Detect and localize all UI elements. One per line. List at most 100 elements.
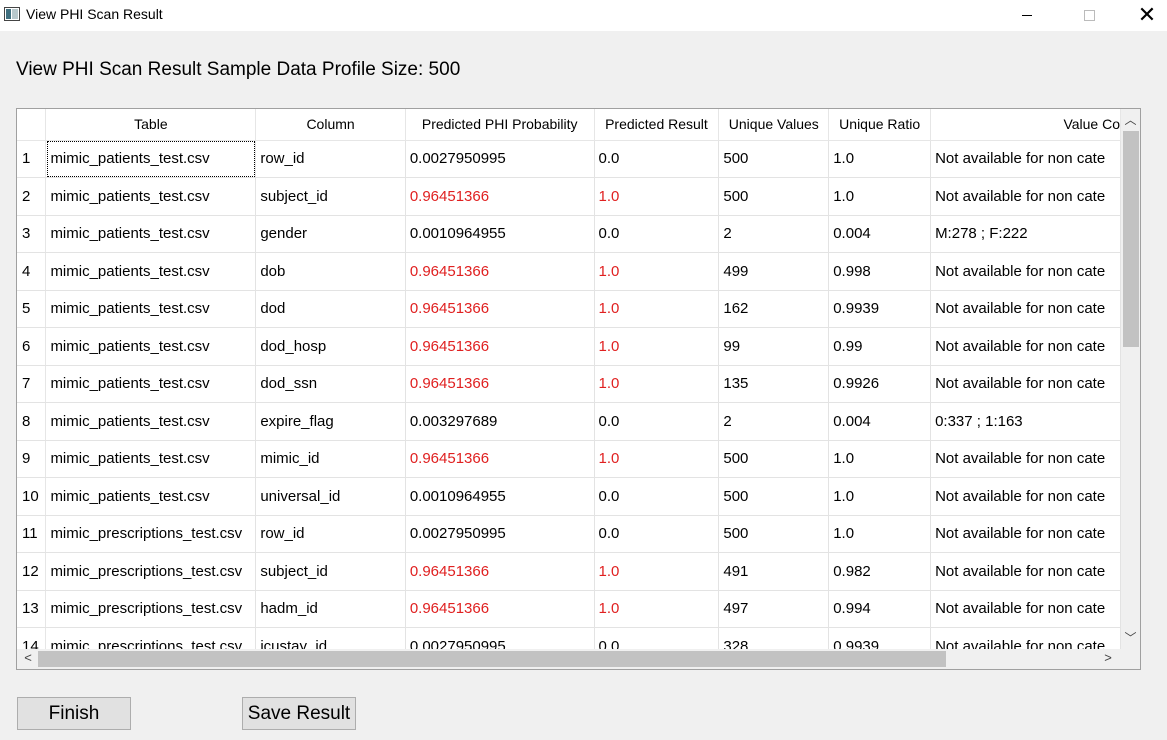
cell-predicted-result[interactable]: 1.0 bbox=[594, 290, 720, 328]
cell-phi-probability[interactable]: 0.96451366 bbox=[405, 177, 595, 216]
table-row[interactable]: 9 mimic_patients_test.csv mimic_id 0.964513… bbox=[17, 440, 1121, 478]
cell-phi-probability[interactable]: 0.0010964955 bbox=[405, 477, 595, 516]
table-row[interactable]: 10 mimic_patients_test.csv universal_id 0.0… bbox=[17, 477, 1121, 516]
maximize-button[interactable] bbox=[1066, 0, 1112, 30]
cell-unique-values[interactable]: 162 bbox=[718, 290, 830, 328]
row-number[interactable]: 4 bbox=[17, 252, 47, 291]
column-header-table[interactable]: Table bbox=[45, 109, 257, 141]
table-row[interactable]: 11 mimic_prescriptions_test.csv row_id 0.00… bbox=[17, 515, 1121, 553]
cell-predicted-result[interactable]: 1.0 bbox=[594, 252, 720, 291]
cell-predicted-result[interactable]: 0.0 bbox=[594, 140, 720, 178]
table-row[interactable]: 6 mimic_patients_test.csv dod_hosp 0.964513… bbox=[17, 327, 1121, 366]
row-number[interactable]: 11 bbox=[17, 515, 47, 553]
vertical-scroll-thumb[interactable] bbox=[1123, 131, 1139, 347]
cell-table[interactable]: mimic_prescriptions_test.csv bbox=[45, 627, 257, 649]
corner-header[interactable] bbox=[17, 109, 47, 141]
cell-value-counts[interactable]: M:278 ; F:222 bbox=[930, 215, 1121, 253]
cell-unique-values[interactable]: 499 bbox=[718, 252, 830, 291]
cell-unique-ratio[interactable]: 1.0 bbox=[828, 140, 932, 178]
minimize-button[interactable] bbox=[1004, 0, 1050, 30]
row-number[interactable]: 10 bbox=[17, 477, 47, 516]
cell-unique-ratio[interactable]: 0.9939 bbox=[828, 290, 932, 328]
cell-phi-probability[interactable]: 0.0027950995 bbox=[405, 627, 595, 649]
row-number[interactable]: 3 bbox=[17, 215, 47, 253]
cell-phi-probability[interactable]: 0.003297689 bbox=[405, 402, 595, 441]
cell-table[interactable]: mimic_patients_test.csv bbox=[45, 215, 257, 253]
cell-unique-ratio[interactable]: 1.0 bbox=[828, 440, 932, 478]
cell-value-counts[interactable]: Not available for non cate bbox=[930, 477, 1121, 516]
row-number[interactable]: 1 bbox=[17, 140, 47, 178]
cell-phi-probability[interactable]: 0.96451366 bbox=[405, 552, 595, 591]
cell-table[interactable]: mimic_prescriptions_test.csv bbox=[45, 590, 257, 628]
cell-unique-values[interactable]: 500 bbox=[718, 477, 830, 516]
cell-column[interactable]: dod_hosp bbox=[255, 327, 406, 366]
cell-table[interactable]: mimic_patients_test.csv bbox=[45, 252, 257, 291]
column-header-unique-ratio[interactable]: Unique Ratio bbox=[828, 109, 932, 141]
cell-unique-ratio[interactable]: 1.0 bbox=[828, 177, 932, 216]
cell-unique-values[interactable]: 2 bbox=[718, 402, 830, 441]
cell-column[interactable]: gender bbox=[255, 215, 406, 253]
cell-predicted-result[interactable]: 1.0 bbox=[594, 365, 720, 403]
cell-column[interactable]: dod bbox=[255, 290, 406, 328]
cell-column[interactable]: expire_flag bbox=[255, 402, 406, 441]
cell-predicted-result[interactable]: 1.0 bbox=[594, 177, 720, 216]
cell-predicted-result[interactable]: 0.0 bbox=[594, 627, 720, 649]
cell-unique-values[interactable]: 500 bbox=[718, 140, 830, 178]
cell-unique-ratio[interactable]: 0.982 bbox=[828, 552, 932, 591]
vertical-scrollbar[interactable]: ︿ ﹀ bbox=[1121, 109, 1140, 649]
cell-phi-probability[interactable]: 0.96451366 bbox=[405, 440, 595, 478]
cell-value-counts[interactable]: Not available for non cate bbox=[930, 252, 1121, 291]
cell-phi-probability[interactable]: 0.0027950995 bbox=[405, 140, 595, 178]
cell-value-counts[interactable]: Not available for non cate bbox=[930, 515, 1121, 553]
cell-column[interactable]: subject_id bbox=[255, 552, 406, 591]
row-number[interactable]: 6 bbox=[17, 327, 47, 366]
row-number[interactable]: 8 bbox=[17, 402, 47, 441]
cell-table[interactable]: mimic_patients_test.csv bbox=[45, 327, 257, 366]
save-result-button[interactable]: Save Result bbox=[242, 697, 356, 730]
cell-unique-ratio[interactable]: 0.9939 bbox=[828, 627, 932, 649]
cell-value-counts[interactable]: Not available for non cate bbox=[930, 552, 1121, 591]
cell-predicted-result[interactable]: 0.0 bbox=[594, 477, 720, 516]
cell-unique-values[interactable]: 328 bbox=[718, 627, 830, 649]
row-number[interactable]: 7 bbox=[17, 365, 47, 403]
cell-predicted-result[interactable]: 0.0 bbox=[594, 515, 720, 553]
table-row[interactable]: 14 mimic_prescriptions_test.csv icustay_id… bbox=[17, 627, 1121, 649]
scroll-right-icon[interactable]: > bbox=[1099, 650, 1117, 668]
column-header-predicted-result[interactable]: Predicted Result bbox=[594, 109, 720, 141]
title-bar[interactable]: View PHI Scan Result ✕ bbox=[0, 0, 1167, 31]
horizontal-scrollbar[interactable]: < > bbox=[17, 649, 1121, 669]
cell-value-counts[interactable]: Not available for non cate bbox=[930, 440, 1121, 478]
cell-unique-values[interactable]: 2 bbox=[718, 215, 830, 253]
cell-unique-ratio[interactable]: 1.0 bbox=[828, 477, 932, 516]
cell-unique-values[interactable]: 491 bbox=[718, 552, 830, 591]
cell-table[interactable]: mimic_patients_test.csv bbox=[45, 477, 257, 516]
cell-column[interactable]: icustay_id bbox=[255, 627, 406, 649]
row-number[interactable]: 2 bbox=[17, 177, 47, 216]
finish-button[interactable]: Finish bbox=[17, 697, 131, 730]
cell-table[interactable]: mimic_patients_test.csv bbox=[45, 140, 257, 178]
column-header-value-counts[interactable]: Value Co bbox=[930, 109, 1121, 141]
cell-unique-ratio[interactable]: 0.994 bbox=[828, 590, 932, 628]
cell-value-counts[interactable]: Not available for non cate bbox=[930, 590, 1121, 628]
cell-predicted-result[interactable]: 0.0 bbox=[594, 215, 720, 253]
scroll-down-icon[interactable]: ﹀ bbox=[1121, 629, 1140, 647]
column-header-phi-probability[interactable]: Predicted PHI Probability bbox=[405, 109, 595, 141]
horizontal-scroll-thumb[interactable] bbox=[38, 651, 946, 667]
table-row[interactable]: 8 mimic_patients_test.csv expire_flag 0.003… bbox=[17, 402, 1121, 441]
scroll-left-icon[interactable]: < bbox=[19, 650, 37, 668]
table-row[interactable]: 1 mimic_patients_test.csv row_id 0.00279509… bbox=[17, 140, 1121, 178]
cell-unique-ratio[interactable]: 0.004 bbox=[828, 215, 932, 253]
cell-phi-probability[interactable]: 0.96451366 bbox=[405, 590, 595, 628]
table-row[interactable]: 3 mimic_patients_test.csv gender 0.00109649… bbox=[17, 215, 1121, 253]
table-row[interactable]: 4 mimic_patients_test.csv dob 0.96451366 1.0… bbox=[17, 252, 1121, 291]
cell-value-counts[interactable]: Not available for non cate bbox=[930, 177, 1121, 216]
row-number[interactable]: 12 bbox=[17, 552, 47, 591]
table-row[interactable]: 7 mimic_patients_test.csv dod_ssn 0.9645136… bbox=[17, 365, 1121, 403]
cell-predicted-result[interactable]: 0.0 bbox=[594, 402, 720, 441]
cell-value-counts[interactable]: Not available for non cate bbox=[930, 140, 1121, 178]
cell-value-counts[interactable]: 0:337 ; 1:163 bbox=[930, 402, 1121, 441]
table-row[interactable]: 5 mimic_patients_test.csv dod 0.96451366 1.0… bbox=[17, 290, 1121, 328]
scroll-up-icon[interactable]: ︿ bbox=[1121, 111, 1140, 129]
cell-table[interactable]: mimic_patients_test.csv bbox=[45, 440, 257, 478]
cell-phi-probability[interactable]: 0.96451366 bbox=[405, 327, 595, 366]
